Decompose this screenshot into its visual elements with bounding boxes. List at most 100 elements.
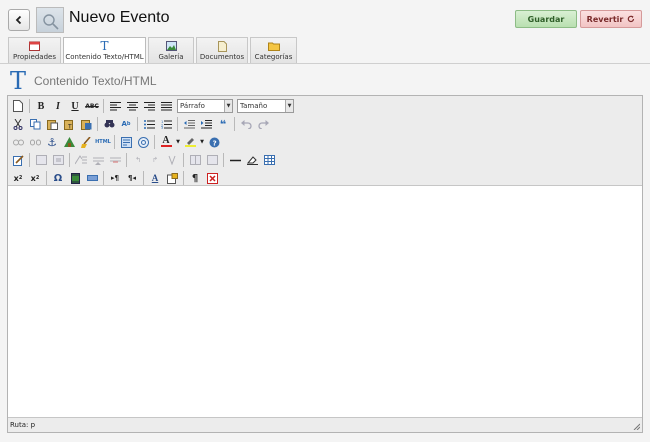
separator — [183, 153, 184, 167]
format-select[interactable]: Párrafo ▼ — [177, 99, 233, 113]
svg-text:3: 3 — [161, 126, 163, 129]
style-props-icon[interactable] — [73, 152, 89, 168]
chevron-down-icon[interactable]: ▼ — [175, 134, 181, 150]
separator — [69, 153, 70, 167]
insert-file-icon[interactable] — [204, 170, 220, 186]
calendar-icon — [29, 41, 40, 51]
event-thumbnail — [36, 7, 64, 33]
edit-css-icon[interactable] — [10, 152, 26, 168]
tab-categories[interactable]: Categorías — [250, 37, 297, 63]
tab-label: Contenido Texto/HTML — [65, 53, 144, 61]
separator — [29, 99, 30, 113]
tab-documents[interactable]: Documentos — [196, 37, 248, 63]
resize-handle-icon[interactable] — [632, 422, 640, 430]
svg-text:T: T — [67, 123, 72, 130]
highlight-color-icon[interactable] — [182, 134, 198, 150]
tab-divider — [0, 63, 650, 64]
special-char-icon[interactable]: Ω — [50, 170, 66, 186]
blockquote-icon[interactable]: ❝ — [215, 116, 231, 132]
align-justify-icon[interactable] — [158, 98, 174, 114]
revert-label: Revertir — [586, 14, 624, 24]
subscript-icon[interactable]: x2 — [10, 170, 26, 186]
align-left-icon[interactable] — [107, 98, 123, 114]
tab-label: Categorías — [254, 53, 293, 61]
help-icon[interactable] — [135, 134, 151, 150]
new-document-icon[interactable] — [10, 98, 26, 114]
insert-layer-icon[interactable] — [33, 152, 49, 168]
italic-button[interactable]: I — [50, 98, 66, 114]
tab-bar: Propiedades T Contenido Texto/HTML Galer… — [8, 37, 297, 63]
attributes-icon[interactable] — [164, 170, 180, 186]
replace-icon[interactable]: Ab — [118, 116, 134, 132]
superscript-icon[interactable]: x2 — [27, 170, 43, 186]
ltr-icon[interactable]: ▸¶ — [107, 170, 123, 186]
font-size-select-value: Tamaño — [240, 102, 268, 110]
link-icon[interactable] — [10, 134, 26, 150]
insert-col-before-icon[interactable]: ↰ — [130, 152, 146, 168]
separator — [137, 117, 138, 131]
html-source-button[interactable]: HTML — [95, 134, 111, 150]
back-button[interactable] — [8, 9, 30, 31]
outdent-icon[interactable] — [181, 116, 197, 132]
split-cells-icon[interactable] — [187, 152, 203, 168]
tab-gallery[interactable]: Galería — [148, 37, 194, 63]
chevron-down-icon: ▼ — [285, 100, 293, 112]
redo-icon[interactable] — [255, 116, 271, 132]
bold-button[interactable]: B — [33, 98, 49, 114]
strikethrough-button[interactable]: ABC — [84, 98, 100, 114]
cleanup-icon[interactable] — [78, 134, 94, 150]
svg-text:?: ? — [212, 139, 216, 147]
anchor-icon[interactable]: ⚓ — [44, 134, 60, 150]
info-icon[interactable]: ? — [206, 134, 222, 150]
horizontal-rule-icon[interactable] — [227, 152, 243, 168]
unlink-icon[interactable] — [27, 134, 43, 150]
underline-button[interactable]: U — [67, 98, 83, 114]
paste-text-icon[interactable]: T — [61, 116, 77, 132]
tab-properties[interactable]: Propiedades — [8, 37, 61, 63]
font-size-select[interactable]: Tamaño ▼ — [237, 99, 294, 113]
status-path: Ruta: p — [10, 421, 36, 429]
insert-col-after-icon[interactable]: ↱ — [147, 152, 163, 168]
tab-content-html[interactable]: T Contenido Texto/HTML — [63, 37, 146, 63]
undo-icon[interactable] — [238, 116, 254, 132]
save-button[interactable]: Guardar — [515, 10, 577, 28]
paste-word-icon[interactable] — [78, 116, 94, 132]
delete-col-icon[interactable] — [164, 152, 180, 168]
toolbar-row-3: ⚓ HTML A ▼ ▼ ? — [10, 133, 222, 151]
search-image-icon — [43, 14, 59, 30]
numbered-list-icon[interactable]: 123 — [158, 116, 174, 132]
toolbar-row-2: T Ab 123 ❝ — [10, 115, 271, 133]
pilcrow-icon[interactable]: ¶ — [187, 170, 203, 186]
merge-cells-icon[interactable] — [204, 152, 220, 168]
find-icon[interactable] — [101, 116, 117, 132]
rtl-icon[interactable]: ¶◂ — [124, 170, 140, 186]
separator — [126, 153, 127, 167]
revert-button[interactable]: Revertir — [580, 10, 642, 28]
indent-icon[interactable] — [198, 116, 214, 132]
bullet-list-icon[interactable] — [141, 116, 157, 132]
move-layer-icon[interactable] — [50, 152, 66, 168]
insert-media-icon[interactable] — [67, 170, 83, 186]
separator — [154, 135, 155, 149]
separator — [223, 153, 224, 167]
editor-content-area[interactable] — [8, 187, 642, 416]
insert-date-icon[interactable] — [84, 170, 100, 186]
insert-row-icon[interactable] — [90, 152, 106, 168]
chevron-down-icon[interactable]: ▼ — [199, 134, 205, 150]
insert-table-icon[interactable] — [261, 152, 277, 168]
align-center-icon[interactable] — [124, 98, 140, 114]
template-icon[interactable] — [118, 134, 134, 150]
rich-text-editor: B I U ABC Párrafo ▼ Tamaño ▼ T Ab 123 ❝ … — [7, 95, 643, 433]
separator — [114, 135, 115, 149]
separator — [29, 153, 30, 167]
delete-row-icon[interactable] — [107, 152, 123, 168]
cut-icon[interactable] — [10, 116, 26, 132]
copy-icon[interactable] — [27, 116, 43, 132]
insert-image-icon[interactable] — [61, 134, 77, 150]
font-color-icon[interactable]: A — [158, 134, 174, 150]
editor-toolbar: B I U ABC Párrafo ▼ Tamaño ▼ T Ab 123 ❝ … — [8, 96, 642, 186]
styles-icon[interactable]: A — [147, 170, 163, 186]
remove-format-icon[interactable] — [244, 152, 260, 168]
paste-icon[interactable] — [44, 116, 60, 132]
align-right-icon[interactable] — [141, 98, 157, 114]
